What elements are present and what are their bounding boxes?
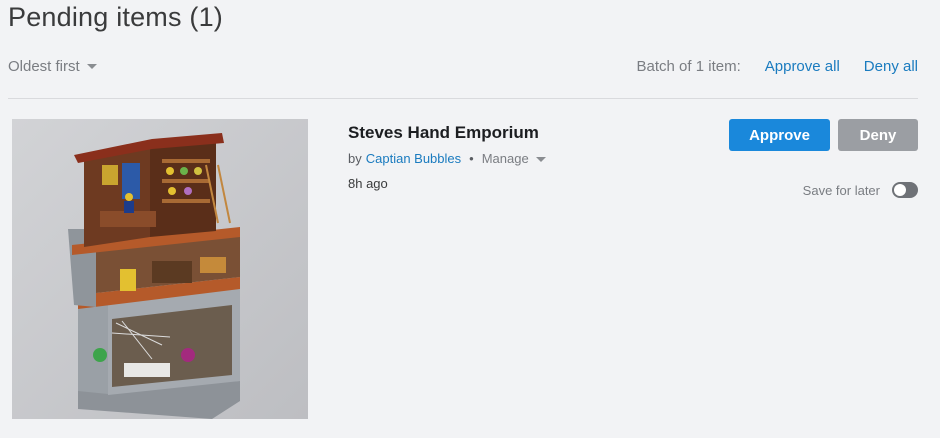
lego-build-image [12, 119, 308, 419]
chevron-down-icon [535, 157, 546, 162]
toggle-knob [894, 184, 906, 196]
item-meta: by Captian Bubbles • Manage [348, 150, 546, 168]
batch-actions: Batch of 1 item: Approve all Deny all [637, 58, 918, 75]
author-link[interactable]: Captian Bubbles [366, 150, 461, 168]
divider [8, 98, 918, 99]
by-label: by [348, 151, 362, 166]
toolbar: Oldest first Batch of 1 item: Approve al… [8, 54, 918, 78]
save-for-later-label: Save for later [802, 182, 880, 198]
save-for-later-toggle[interactable] [892, 182, 918, 198]
sort-dropdown-label: Oldest first [8, 57, 80, 75]
deny-all-link[interactable]: Deny all [864, 58, 918, 75]
manage-label: Manage [481, 151, 529, 166]
chevron-down-icon [86, 64, 97, 69]
page-title: Pending items (1) [8, 2, 223, 32]
save-for-later: Save for later [803, 182, 918, 198]
approve-all-link[interactable]: Approve all [765, 58, 840, 75]
approve-button[interactable]: Approve [729, 119, 830, 151]
batch-label: Batch of 1 item: [636, 57, 741, 75]
item-thumbnail[interactable] [12, 119, 308, 419]
manage-dropdown[interactable]: Manage [482, 150, 546, 168]
deny-button[interactable]: Deny [838, 119, 918, 151]
item-title[interactable]: Steves Hand Emporium [348, 122, 539, 144]
item-timestamp: 8h ago [348, 176, 388, 191]
sort-dropdown[interactable]: Oldest first [8, 58, 97, 75]
separator-dot: • [469, 151, 474, 166]
